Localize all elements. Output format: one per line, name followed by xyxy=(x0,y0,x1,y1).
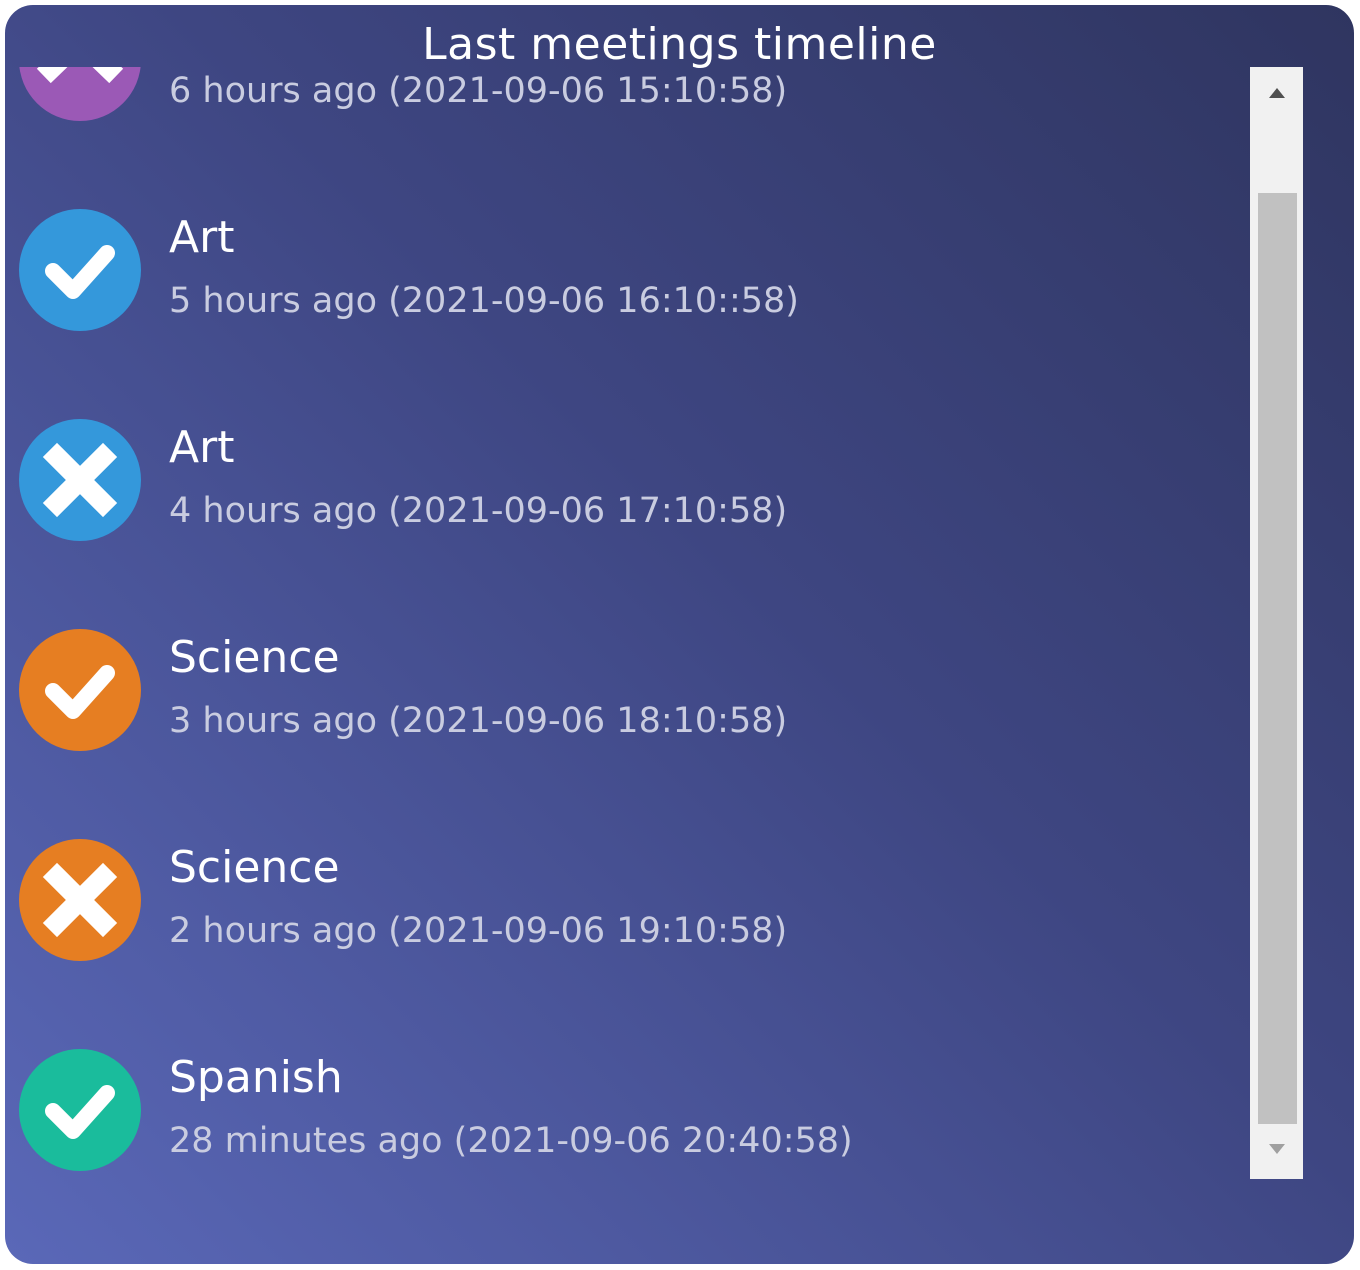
meeting-subject: Art xyxy=(169,212,235,263)
meeting-time: 5 hours ago (2021-09-06 16:10::58) xyxy=(169,281,799,321)
check-icon xyxy=(45,245,115,299)
timeline-item: Spanish 28 minutes ago (2021-09-06 20:40… xyxy=(5,1049,1245,1207)
scroll-up-button[interactable] xyxy=(1250,67,1303,123)
timeline-item: Art 4 hours ago (2021-09-06 17:10:58) xyxy=(5,419,1245,629)
status-badge xyxy=(19,419,141,541)
check-icon xyxy=(45,1085,115,1139)
meeting-time: 3 hours ago (2021-09-06 18:10:58) xyxy=(169,701,788,741)
panel-title: Last meetings timeline xyxy=(422,19,937,70)
meeting-time: 4 hours ago (2021-09-06 17:10:58) xyxy=(169,491,788,531)
timeline-item: Art 5 hours ago (2021-09-06 16:10::58) xyxy=(5,209,1245,419)
timeline-item: Science 3 hours ago (2021-09-06 18:10:58… xyxy=(5,629,1245,839)
chevron-up-icon xyxy=(36,67,124,84)
cross-icon xyxy=(42,862,118,938)
timeline-list: 6 hours ago (2021-09-06 15:10:58) Art 5 … xyxy=(5,67,1245,1207)
meeting-time: 6 hours ago (2021-09-06 15:10:58) xyxy=(169,71,788,111)
check-icon xyxy=(45,665,115,719)
timeline-item: 6 hours ago (2021-09-06 15:10:58) xyxy=(5,67,1245,209)
meeting-time: 2 hours ago (2021-09-06 19:10:58) xyxy=(169,911,788,951)
status-badge xyxy=(19,209,141,331)
meeting-subject: Science xyxy=(169,632,340,683)
cross-icon xyxy=(42,442,118,518)
vertical-scrollbar[interactable] xyxy=(1250,67,1303,1179)
meeting-subject: Spanish xyxy=(169,1052,343,1103)
status-badge xyxy=(19,67,141,121)
scroll-down-arrow-icon xyxy=(1269,1144,1285,1154)
status-badge xyxy=(19,1049,141,1171)
meeting-subject: Art xyxy=(169,422,235,473)
meeting-subject: Science xyxy=(169,842,340,893)
meeting-time: 28 minutes ago (2021-09-06 20:40:58) xyxy=(169,1121,853,1161)
meetings-timeline-panel: Last meetings timeline 6 hours ago (2021… xyxy=(5,5,1354,1264)
status-badge xyxy=(19,629,141,751)
timeline-list-viewport[interactable]: 6 hours ago (2021-09-06 15:10:58) Art 5 … xyxy=(5,67,1245,1207)
scroll-up-arrow-icon xyxy=(1269,88,1285,98)
scroll-down-button[interactable] xyxy=(1250,1123,1303,1179)
scrollbar-thumb[interactable] xyxy=(1258,193,1297,1124)
status-badge xyxy=(19,839,141,961)
timeline-item: Science 2 hours ago (2021-09-06 19:10:58… xyxy=(5,839,1245,1049)
